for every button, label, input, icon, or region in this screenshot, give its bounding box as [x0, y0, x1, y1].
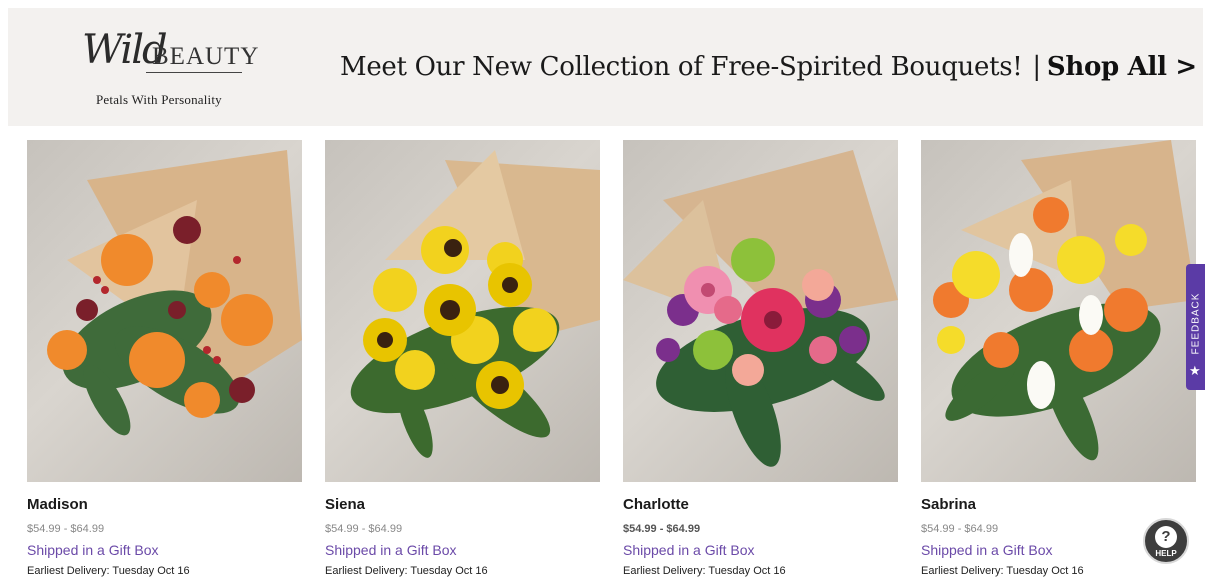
shipping-link[interactable]: Shipped in a Gift Box — [623, 542, 755, 558]
promo-banner[interactable]: Wild BEAUTY Petals With Personality Meet… — [8, 8, 1203, 126]
shop-all-link[interactable]: Shop All > — [1047, 52, 1197, 82]
product-name[interactable]: Charlotte — [623, 496, 689, 513]
shipping-link[interactable]: Shipped in a Gift Box — [325, 542, 457, 558]
product-card-charlotte[interactable]: Charlotte $54.99 - $64.99 Shipped in a G… — [623, 140, 898, 580]
product-name[interactable]: Sabrina — [921, 496, 976, 513]
logo-tagline: Petals With Personality — [96, 92, 222, 107]
product-name[interactable]: Siena — [325, 496, 365, 513]
product-price: $54.99 - $64.99 — [325, 523, 403, 535]
delivery-date: Earliest Delivery: Tuesday Oct 16 — [27, 565, 190, 577]
feedback-tab[interactable]: FEEDBACK ★ — [1186, 264, 1205, 390]
product-price: $54.99 - $64.99 — [27, 523, 105, 535]
delivery-date: Earliest Delivery: Tuesday Oct 16 — [623, 565, 786, 577]
star-icon: ★ — [1189, 363, 1201, 378]
feedback-label: FEEDBACK — [1190, 292, 1202, 355]
product-grid: Madison $54.99 - $64.99 Shipped in a Gif… — [27, 140, 1202, 580]
logo-divider — [146, 72, 242, 73]
brand-logo[interactable]: Wild BEAUTY Petals With Personality — [78, 26, 268, 118]
delivery-date: Earliest Delivery: Tuesday Oct 16 — [325, 565, 488, 577]
help-button[interactable]: ? HELP — [1143, 518, 1189, 564]
banner-headline-text: Meet Our New Collection of Free-Spirited… — [340, 52, 1023, 82]
bouquet-illustration-madison — [47, 150, 302, 436]
bouquet-illustration-charlotte — [623, 150, 898, 467]
product-price: $54.99 - $64.99 — [921, 523, 999, 535]
shipping-link[interactable]: Shipped in a Gift Box — [27, 542, 159, 558]
product-card-sabrina[interactable]: Sabrina $54.99 - $64.99 Shipped in a Gif… — [921, 140, 1196, 580]
banner-headline: Meet Our New Collection of Free-Spirited… — [340, 52, 1197, 82]
product-name[interactable]: Madison — [27, 496, 88, 513]
product-image-charlotte[interactable] — [623, 140, 898, 482]
product-image-siena[interactable] — [325, 140, 600, 482]
bouquet-illustration-siena — [350, 150, 600, 458]
product-image-madison[interactable] — [27, 140, 302, 482]
delivery-date: Earliest Delivery: Tuesday Oct 16 — [921, 565, 1084, 577]
shipping-link[interactable]: Shipped in a Gift Box — [921, 542, 1053, 558]
question-icon: ? — [1155, 526, 1177, 548]
bouquet-illustration-sabrina — [933, 140, 1196, 461]
product-price: $54.99 - $64.99 — [623, 523, 701, 535]
product-card-siena[interactable]: Siena $54.99 - $64.99 Shipped in a Gift … — [325, 140, 600, 580]
help-label: HELP — [1155, 549, 1177, 558]
banner-separator: | — [1032, 52, 1041, 82]
product-card-madison[interactable]: Madison $54.99 - $64.99 Shipped in a Gif… — [27, 140, 302, 580]
product-image-sabrina[interactable] — [921, 140, 1196, 482]
logo-wordmark: BEAUTY — [152, 43, 260, 70]
